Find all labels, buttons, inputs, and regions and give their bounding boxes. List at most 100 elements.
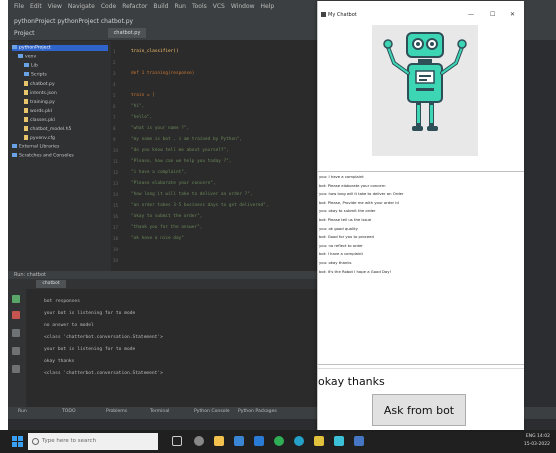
code-editor[interactable]: train_classifier() def 1 training(respons… xyxy=(127,41,318,271)
store-icon[interactable] xyxy=(234,436,244,446)
minimize-button[interactable]: — xyxy=(468,11,474,18)
menu-item[interactable]: Refactor xyxy=(122,3,147,10)
console-line: okay thanks xyxy=(44,359,75,364)
message-input[interactable]: okay thanks xyxy=(318,368,524,393)
maximize-button[interactable]: ☐ xyxy=(490,11,495,18)
print-button[interactable] xyxy=(12,347,20,355)
chat-message: you: okay thanks xyxy=(319,260,352,265)
line-number-gutter: 1 2 3 4 5 6 7 8 9 10 11 12 13 14 15 16 17 18 19 20 xyxy=(111,41,127,271)
chat-log[interactable]: you: I have a complaint bot: Please elabo… xyxy=(318,171,524,365)
chat-message: bot: Please tell us the issue xyxy=(319,217,372,222)
chatbot-titlebar: My Chatbot — ☐ ✕ xyxy=(318,1,524,27)
tree-item[interactable]: chatbot.py xyxy=(24,81,55,87)
console-line: <class 'chatterbot.conversation.Statemen… xyxy=(44,335,163,340)
python-app-icon[interactable] xyxy=(354,436,364,446)
chat-message: bot: Please, Provide me with your order … xyxy=(319,199,399,205)
rerun-button[interactable] xyxy=(12,295,20,303)
right-tool-strip xyxy=(530,40,556,407)
run-tab[interactable]: chatbot xyxy=(36,280,66,288)
robot-image xyxy=(372,25,478,156)
system-tray[interactable]: ENG 14:02 15-03-2022 xyxy=(524,433,550,449)
tree-item[interactable]: intents.json xyxy=(24,90,57,96)
chrome-icon[interactable] xyxy=(274,436,284,446)
ask-from-bot-button[interactable]: Ask from bot xyxy=(372,394,466,426)
code-line: "okay to submit the order", xyxy=(131,214,203,219)
run-console[interactable]: bot responses your bot is listening for t… xyxy=(26,289,318,407)
menu-item[interactable]: VCS xyxy=(213,3,225,10)
tree-item[interactable]: Lib xyxy=(24,63,38,69)
folder-icon xyxy=(18,54,23,58)
console-line: no answer to model xyxy=(44,323,94,328)
mail-icon[interactable] xyxy=(254,436,264,446)
tool-window-tab[interactable]: Python Packages xyxy=(238,409,277,414)
file-icon xyxy=(24,135,28,140)
line-number: 2 xyxy=(113,60,116,65)
menu-item[interactable]: Tools xyxy=(192,3,207,10)
menu-item[interactable]: File xyxy=(14,3,24,10)
edge-icon[interactable] xyxy=(294,436,304,446)
tree-item[interactable]: Scratches and Consoles xyxy=(12,153,74,159)
tree-item[interactable]: pythonProject xyxy=(12,45,108,51)
tree-item[interactable]: words.pkl xyxy=(24,108,52,114)
tree-item-label: intents.json xyxy=(30,91,57,96)
task-view-icon[interactable] xyxy=(172,436,182,446)
notepad-icon[interactable] xyxy=(334,436,344,446)
tool-window-tab[interactable]: Run xyxy=(18,409,27,414)
console-line: your bot is listening for to mode xyxy=(44,311,136,316)
tree-item[interactable]: External Libraries xyxy=(12,144,59,150)
tray-language: ENG xyxy=(525,434,536,439)
tool-window-tab[interactable]: Problems xyxy=(106,409,127,414)
robot-illustration xyxy=(383,32,467,131)
line-number: 5 xyxy=(113,93,116,98)
menu-item[interactable]: View xyxy=(48,3,62,10)
tree-item[interactable]: pyvenv.cfg xyxy=(24,135,55,141)
tree-item-label: pyvenv.cfg xyxy=(30,136,55,141)
tree-item[interactable]: venv xyxy=(18,54,36,60)
stop-button[interactable] xyxy=(12,311,20,319)
file-icon xyxy=(24,81,28,86)
line-number: 1 xyxy=(113,49,116,54)
settings-icon[interactable] xyxy=(194,436,204,446)
code-line: "i have a complaint", xyxy=(131,170,187,175)
file-explorer-icon[interactable] xyxy=(214,436,224,446)
tree-item[interactable]: training.py xyxy=(24,99,55,105)
line-number: 8 xyxy=(113,126,116,131)
breadcrumb[interactable]: pythonProject pythonProject chatbot.py xyxy=(14,18,133,25)
menu-item[interactable]: Edit xyxy=(30,3,42,10)
scroll-button[interactable] xyxy=(12,329,20,337)
line-number: 15 xyxy=(113,203,119,208)
tree-item[interactable]: chatbot_model.h5 xyxy=(24,126,71,132)
tool-window-tab[interactable]: Python Console xyxy=(194,409,230,414)
run-tab-strip: chatbot xyxy=(8,279,318,289)
menu-item[interactable]: Build xyxy=(153,3,168,10)
menu-item[interactable]: Navigate xyxy=(68,3,95,10)
menu-item[interactable]: Run xyxy=(174,3,186,10)
code-line: def 1 training(response) xyxy=(131,71,195,76)
start-button[interactable] xyxy=(12,436,23,447)
clock-date: 15-03-2022 xyxy=(523,442,550,447)
project-label[interactable]: Project xyxy=(14,30,35,37)
line-number: 19 xyxy=(113,247,119,252)
tree-item[interactable]: Scripts xyxy=(24,72,47,78)
close-button[interactable]: ✕ xyxy=(510,11,515,18)
tree-item[interactable]: classes.pkl xyxy=(24,117,55,123)
tree-item-label: Scratches and Consoles xyxy=(19,153,74,159)
tree-item-label: chatbot_model.h5 xyxy=(30,127,72,132)
taskbar-search-input[interactable]: Type here to search xyxy=(28,433,158,450)
tree-item-label: Lib xyxy=(31,63,38,69)
menu-item[interactable]: Help xyxy=(261,3,275,10)
folder-icon xyxy=(12,144,17,148)
tool-window-tab[interactable]: TODO xyxy=(62,409,76,414)
tool-window-tab[interactable]: Terminal xyxy=(150,409,169,414)
chat-message: bot: Please elaborate your concern xyxy=(319,182,386,188)
line-number: 16 xyxy=(113,214,119,219)
pin-button[interactable] xyxy=(12,365,20,373)
editor-tab-active[interactable]: chatbot.py xyxy=(108,28,146,38)
pycharm-icon[interactable] xyxy=(314,436,324,446)
file-icon xyxy=(24,90,28,95)
code-line: "hello", xyxy=(131,115,153,120)
tree-item-label: words.pkl xyxy=(30,109,52,114)
menu-item[interactable]: Code xyxy=(101,3,116,10)
menu-item[interactable]: Window xyxy=(231,3,255,10)
tree-item-label: training.py xyxy=(30,100,55,105)
